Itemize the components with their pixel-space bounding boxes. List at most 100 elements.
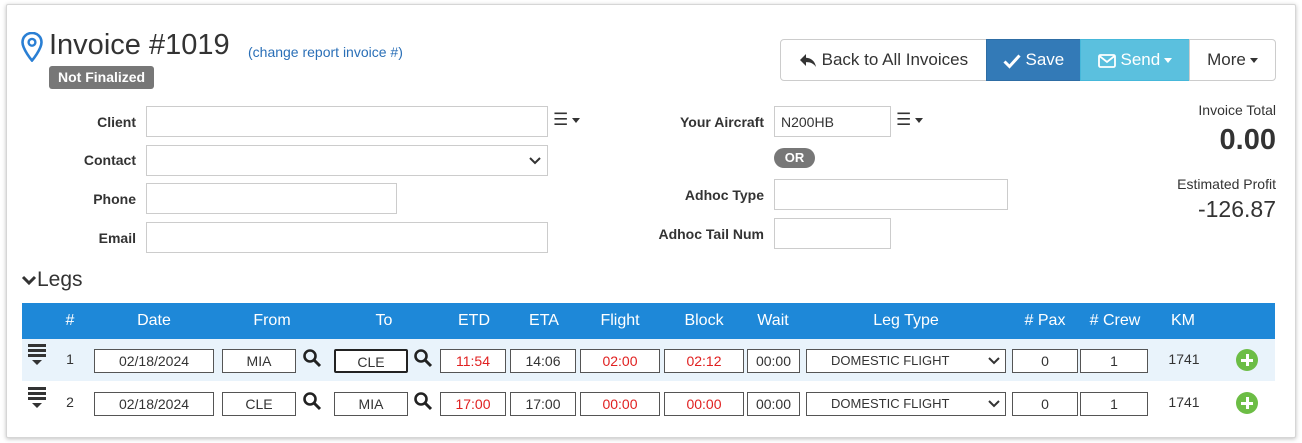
legs-heading: Legs	[37, 268, 83, 291]
invoice-total-value: 0.00	[1219, 124, 1276, 156]
adhoc-tail-label: Adhoc Tail Num	[658, 226, 764, 242]
col-header-etd: ETD	[458, 312, 490, 329]
leg-from-input[interactable]: MIA	[222, 349, 296, 373]
legs-table-header: # Date From To ETD ETA Flight Block Wait…	[22, 303, 1275, 339]
leg-wait-input[interactable]: 00:00	[747, 349, 800, 373]
leg-eta-input[interactable]: 14:06	[510, 349, 576, 373]
leg-number: 2	[66, 394, 74, 410]
check-icon	[1003, 54, 1021, 69]
leg-type-select[interactable]: DOMESTIC FLIGHT	[806, 392, 1006, 416]
client-input[interactable]	[146, 106, 548, 137]
more-button[interactable]: More	[1189, 39, 1276, 81]
status-badge: Not Finalized	[49, 66, 155, 89]
col-header-wait: Wait	[757, 312, 789, 329]
leg-flight-input[interactable]: 02:00	[580, 349, 660, 373]
invoice-total-label: Invoice Total	[1198, 102, 1276, 118]
back-to-invoices-button[interactable]: Back to All Invoices	[780, 39, 987, 81]
change-invoice-number-link[interactable]: (change report invoice #)	[248, 44, 403, 60]
adhoc-tail-input[interactable]	[774, 218, 891, 249]
col-header-crew: # Crew	[1089, 312, 1141, 329]
aircraft-label: Your Aircraft	[679, 114, 764, 130]
col-header-pax: # Pax	[1024, 312, 1066, 329]
list-icon: ☰	[553, 110, 569, 129]
leg-etd-input[interactable]: 11:54	[440, 349, 506, 373]
drag-handle-icon[interactable]	[28, 344, 46, 365]
caret-down-icon	[572, 118, 581, 124]
col-header-km: KM	[1171, 312, 1195, 329]
list-icon: ☰	[896, 110, 912, 129]
aircraft-list-dropdown[interactable]: ☰	[896, 110, 924, 130]
search-icon[interactable]	[302, 348, 322, 368]
contact-label: Contact	[83, 152, 136, 168]
col-header-date: Date	[137, 312, 171, 329]
contact-select[interactable]	[146, 145, 548, 176]
leg-type-select[interactable]: DOMESTIC FLIGHT	[806, 349, 1006, 373]
aircraft-input[interactable]	[774, 106, 891, 137]
leg-block-input[interactable]: 02:12	[664, 349, 744, 373]
phone-input[interactable]	[146, 183, 397, 214]
leg-km: 1741	[1168, 351, 1200, 367]
table-row: 2 02/18/2024 CLE MIA 17:00 17:00 00:00 0…	[22, 381, 1275, 423]
estimated-profit-label: Estimated Profit	[1177, 176, 1276, 192]
drag-handle-icon[interactable]	[28, 387, 46, 408]
reply-arrow-icon	[799, 53, 816, 67]
leg-pax-input[interactable]: 0	[1012, 349, 1078, 373]
leg-etd-input[interactable]: 17:00	[440, 392, 506, 416]
chevron-down-icon	[21, 276, 37, 286]
chevron-down-icon	[988, 400, 1000, 408]
adhoc-type-label: Adhoc Type	[684, 187, 764, 203]
leg-type-value: DOMESTIC FLIGHT	[831, 396, 950, 411]
col-header-flight: Flight	[600, 312, 640, 329]
save-button[interactable]: Save	[986, 39, 1081, 81]
col-header-eta: ETA	[529, 312, 559, 329]
map-marker-icon	[21, 32, 43, 62]
or-badge: OR	[774, 148, 815, 168]
leg-to-input[interactable]: CLE	[334, 349, 408, 373]
leg-crew-input[interactable]: 1	[1080, 392, 1148, 416]
more-label: More	[1207, 50, 1246, 69]
col-header-block: Block	[684, 312, 724, 329]
adhoc-type-input[interactable]	[774, 179, 1008, 210]
phone-label: Phone	[93, 191, 136, 207]
table-row: 1 02/18/2024 MIA CLE 11:54 14:06 02:00 0…	[22, 339, 1275, 381]
client-label: Client	[97, 114, 136, 130]
leg-km: 1741	[1168, 394, 1200, 410]
leg-crew-input[interactable]: 1	[1080, 349, 1148, 373]
back-label: Back to All Invoices	[821, 50, 969, 69]
leg-date-input[interactable]: 02/18/2024	[94, 349, 214, 373]
leg-block-input[interactable]: 00:00	[664, 392, 744, 416]
caret-down-icon	[1164, 58, 1173, 64]
leg-wait-input[interactable]: 00:00	[747, 392, 800, 416]
leg-pax-input[interactable]: 0	[1012, 392, 1078, 416]
leg-to-input[interactable]: MIA	[334, 392, 408, 416]
col-header-leg-type: Leg Type	[873, 312, 939, 329]
leg-number: 1	[66, 351, 74, 367]
email-input[interactable]	[146, 222, 548, 253]
search-icon[interactable]	[413, 348, 433, 368]
col-header-from: From	[253, 312, 291, 329]
save-label: Save	[1025, 50, 1065, 69]
chevron-down-icon	[988, 357, 1000, 365]
leg-eta-input[interactable]: 17:00	[510, 392, 576, 416]
search-icon[interactable]	[413, 391, 433, 411]
col-header-num: #	[65, 312, 75, 329]
caret-down-icon	[1249, 58, 1258, 64]
page-title: Invoice #1019	[49, 29, 230, 61]
send-label: Send	[1120, 50, 1161, 69]
envelope-icon	[1097, 53, 1116, 68]
legs-toggle[interactable]: Legs	[21, 268, 83, 292]
client-list-dropdown[interactable]: ☰	[553, 110, 581, 130]
leg-flight-input[interactable]: 00:00	[580, 392, 660, 416]
chevron-down-icon	[529, 157, 541, 165]
add-leg-icon[interactable]	[1236, 349, 1258, 371]
estimated-profit-value: -126.87	[1197, 196, 1276, 222]
col-header-to: To	[375, 312, 393, 329]
search-icon[interactable]	[302, 391, 322, 411]
caret-down-icon	[915, 118, 924, 124]
leg-date-input[interactable]: 02/18/2024	[94, 392, 214, 416]
add-leg-icon[interactable]	[1236, 392, 1258, 414]
email-label: Email	[98, 230, 136, 246]
leg-type-value: DOMESTIC FLIGHT	[831, 353, 950, 368]
send-button[interactable]: Send	[1080, 39, 1190, 81]
leg-from-input[interactable]: CLE	[222, 392, 296, 416]
